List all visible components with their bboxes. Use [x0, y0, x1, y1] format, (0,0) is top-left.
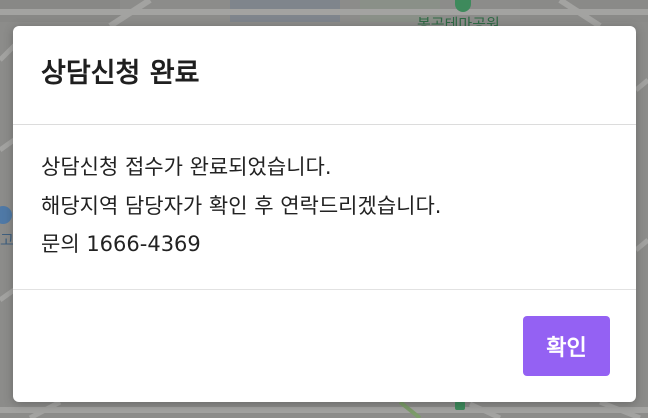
- dialog-header: 상담신청 완료: [13, 26, 636, 125]
- message-line-contact: 해당지역 담당자가 확인 후 연락드리겠습니다.: [41, 194, 442, 218]
- message-line-received: 상담신청 접수가 완료되었습니다.: [41, 155, 332, 179]
- message-line-inquiry-phone: 문의 1666-4369: [41, 232, 201, 256]
- dialog-title: 상담신청 완료: [41, 58, 200, 89]
- consultation-complete-dialog: 상담신청 완료 상담신청 접수가 완료되었습니다. 해당지역 담당자가 확인 후…: [13, 26, 636, 402]
- dialog-body: 상담신청 접수가 완료되었습니다. 해당지역 담당자가 확인 후 연락드리겠습니…: [13, 125, 636, 290]
- confirm-button[interactable]: 확인: [523, 316, 610, 376]
